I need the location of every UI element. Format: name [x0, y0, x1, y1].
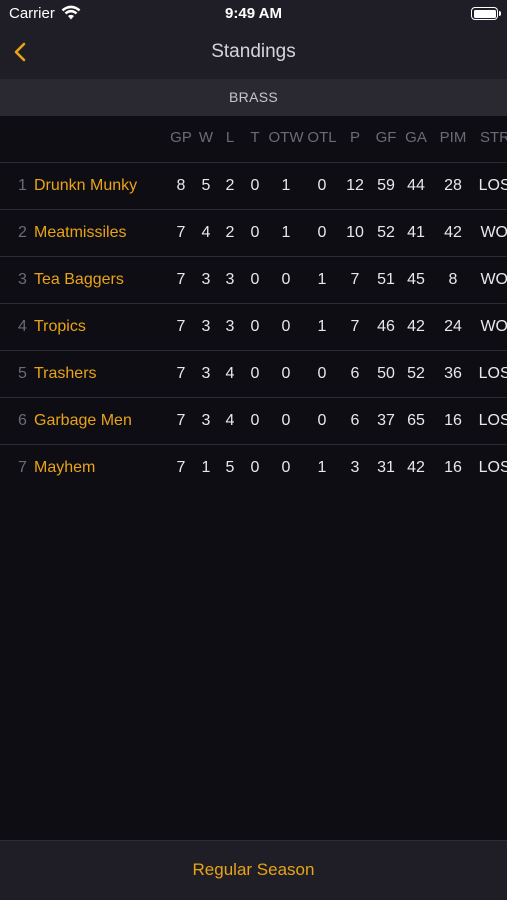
team-name-link[interactable]: Tropics — [34, 304, 86, 350]
team-name-link[interactable]: Meatmissiles — [34, 210, 126, 256]
table-row[interactable]: 7Mayhem7150013314216LOSS — [0, 444, 507, 491]
team-name-link[interactable]: Trashers — [34, 351, 97, 397]
status-bar: Carrier 9:49 AM — [0, 0, 507, 30]
stat-strk: LOSS — [478, 459, 507, 476]
stat-strk: WON — [480, 318, 507, 335]
bottom-bar: Regular Season — [0, 840, 507, 900]
team-name-link[interactable]: Mayhem — [34, 445, 95, 491]
rank-number: 5 — [18, 365, 27, 382]
table-row[interactable]: 5Trashers7340006505236LOSS — [0, 350, 507, 397]
stat-strk: LOSS — [478, 177, 507, 194]
rank-number: 7 — [18, 459, 27, 476]
table-row[interactable]: 1Drunkn Munky85201012594428LOSS — [0, 162, 507, 209]
stat-strk: WON — [480, 271, 507, 288]
stat-strk: LOSS — [478, 412, 507, 429]
season-selector-button[interactable]: Regular Season — [0, 860, 507, 880]
table-row[interactable]: 6Garbage Men7340006376516LOSS — [0, 397, 507, 444]
table-row[interactable]: 4Tropics7330017464224WON — [0, 303, 507, 350]
column-header-strk: STRK — [479, 129, 507, 146]
team-name-link[interactable]: Drunkn Munky — [34, 163, 137, 209]
division-header: BRASS — [0, 79, 507, 116]
rank-number: 2 — [18, 224, 27, 241]
clock: 9:49 AM — [225, 5, 282, 22]
team-name-link[interactable]: Tea Baggers — [34, 257, 124, 303]
rank-number: 3 — [18, 271, 27, 288]
table-row[interactable]: 3Tea Baggers733001751458WON — [0, 256, 507, 303]
page-title: Standings — [211, 41, 296, 62]
rank-number: 4 — [18, 318, 27, 335]
table-header: GPWLTOTWOTLPGFGAPIMSTRK — [0, 116, 507, 162]
team-name-link[interactable]: Garbage Men — [34, 398, 132, 444]
stat-strk: WON — [480, 224, 507, 241]
navigation-bar: Standings — [0, 30, 507, 76]
rank-number: 1 — [18, 177, 27, 194]
standings-table[interactable]: GPWLTOTWOTLPGFGAPIMSTRK 1Drunkn Munky852… — [0, 116, 507, 496]
table-row[interactable]: 2Meatmissiles74201010524142WON — [0, 209, 507, 256]
rank-number: 6 — [18, 412, 27, 429]
division-label: BRASS — [229, 89, 278, 105]
battery-icon — [471, 7, 498, 20]
stat-strk: LOSS — [478, 365, 507, 382]
